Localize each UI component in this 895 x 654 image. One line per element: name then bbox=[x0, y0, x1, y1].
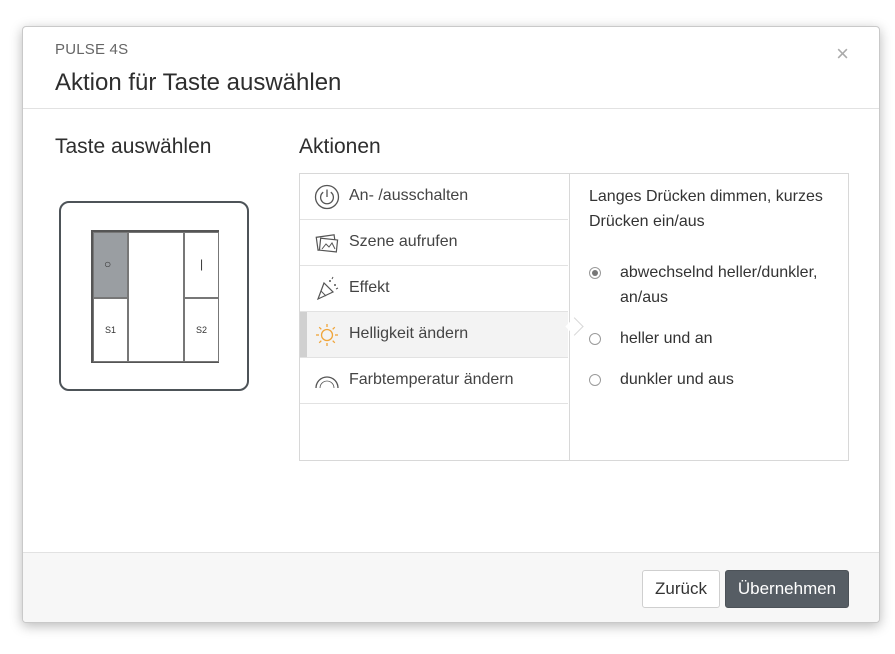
device-plate: ○ S1 | S2 bbox=[91, 230, 219, 363]
radio-alternate[interactable] bbox=[589, 267, 601, 279]
dialog-footer: Zurück Übernehmen bbox=[23, 552, 879, 622]
action-label-color-temperature: Farbtemperatur ändern bbox=[349, 371, 514, 388]
confetti-icon bbox=[316, 276, 339, 301]
power-symbol-icon: ○ bbox=[104, 257, 112, 271]
actions-heading: Aktionen bbox=[299, 135, 381, 158]
actions-list: An- /ausschalten Szene aufrufen Effekt H… bbox=[300, 174, 570, 460]
sun-icon bbox=[316, 324, 338, 346]
dialog-title: Aktion für Taste auswählen bbox=[55, 69, 342, 96]
action-item-color-temperature[interactable]: Farbtemperatur ändern bbox=[300, 358, 568, 404]
action-label-effect: Effekt bbox=[349, 279, 390, 296]
dialog-header: PULSE 4S Aktion für Taste auswählen × bbox=[23, 27, 879, 109]
key-center[interactable] bbox=[128, 232, 193, 362]
back-button[interactable]: Zurück bbox=[642, 570, 720, 608]
scene-icon bbox=[315, 234, 339, 253]
select-key-heading: Taste auswählen bbox=[55, 135, 212, 158]
key-top-left[interactable]: ○ bbox=[93, 232, 128, 298]
action-item-effect[interactable]: Effekt bbox=[300, 266, 568, 312]
apply-button[interactable]: Übernehmen bbox=[725, 570, 849, 608]
key-s1[interactable]: S1 bbox=[93, 298, 128, 362]
action-label-brightness: Helligkeit ändern bbox=[349, 325, 469, 342]
color-temperature-icon bbox=[315, 376, 339, 389]
option-brighter-on-label: heller und an bbox=[620, 330, 713, 347]
option-alternate-label: abwechselnd heller/dunkler, an/aus bbox=[620, 264, 818, 306]
key-s2-label: S2 bbox=[196, 325, 208, 335]
close-icon[interactable]: × bbox=[836, 41, 849, 67]
actions-panel: An- /ausschalten Szene aufrufen Effekt H… bbox=[299, 173, 849, 461]
action-item-brightness[interactable]: Helligkeit ändern bbox=[300, 312, 568, 358]
pipe-symbol-icon: | bbox=[200, 257, 204, 271]
option-darker-off-label: dunkler und aus bbox=[620, 371, 734, 388]
action-label-on-off: An- /ausschalten bbox=[349, 187, 469, 204]
power-icon bbox=[314, 184, 340, 210]
key-top-right[interactable]: | bbox=[184, 232, 219, 298]
radio-darker-off[interactable] bbox=[589, 374, 601, 386]
key-s2[interactable]: S2 bbox=[184, 298, 219, 362]
action-item-scene[interactable]: Szene aufrufen bbox=[300, 220, 568, 266]
action-item-on-off[interactable]: An- /ausschalten bbox=[300, 174, 568, 220]
action-dialog: PULSE 4S Aktion für Taste auswählen × Ta… bbox=[22, 26, 880, 623]
device-illustration: ○ S1 | S2 bbox=[59, 201, 249, 391]
radio-brighter-on[interactable] bbox=[589, 333, 601, 345]
action-description: Langes Drücken dimmen, kurzes Drücken ei… bbox=[589, 188, 823, 230]
action-label-scene: Szene aufrufen bbox=[349, 233, 458, 250]
dialog-subtitle: PULSE 4S bbox=[55, 41, 129, 58]
key-s1-label: S1 bbox=[105, 325, 117, 335]
